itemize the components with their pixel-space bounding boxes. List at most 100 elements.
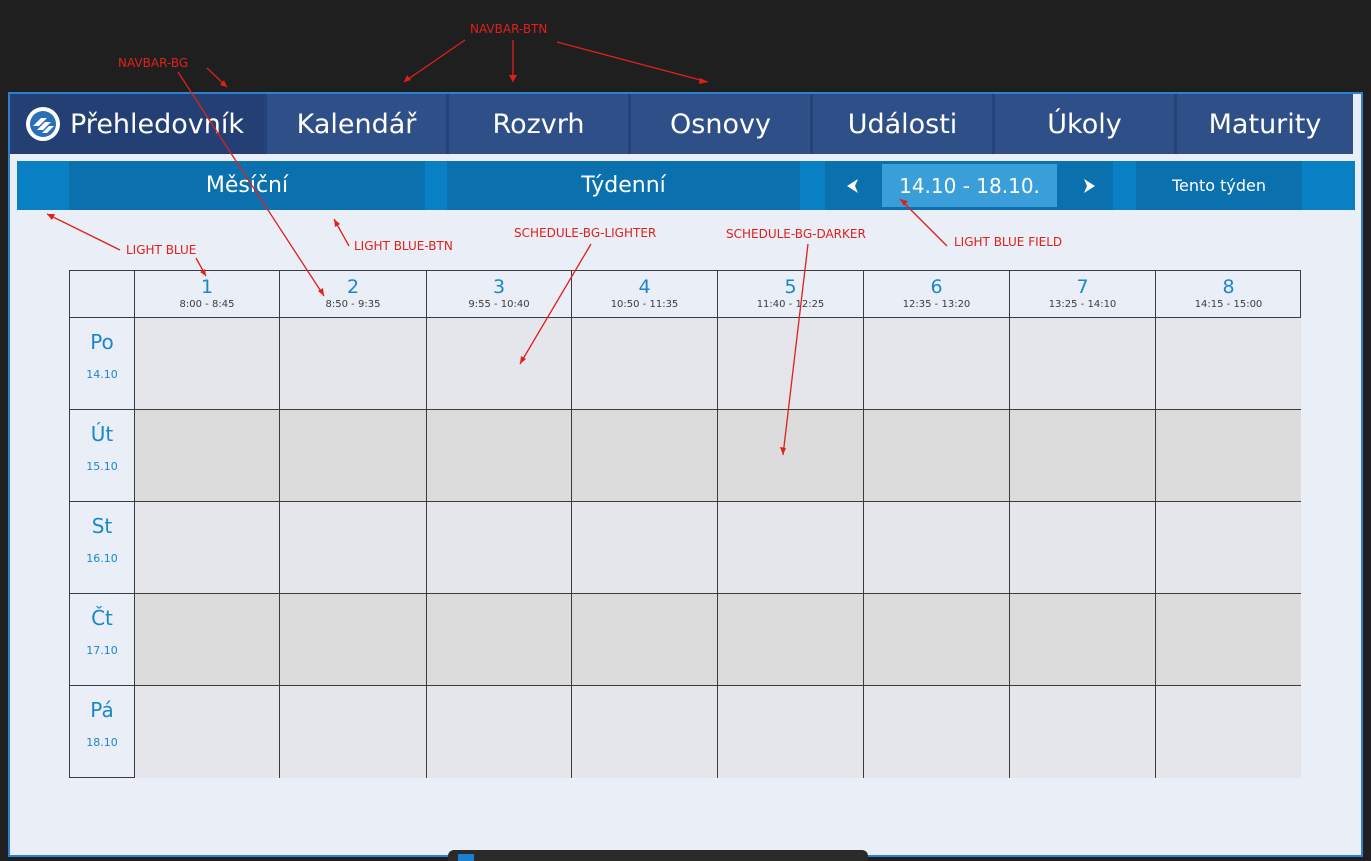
annotation-light-blue-btn: LIGHT BLUE-BTN xyxy=(354,239,453,253)
schedule-slot[interactable] xyxy=(426,686,571,778)
period-number: 2 xyxy=(346,276,360,298)
day-name: St xyxy=(91,514,113,538)
day-name: Po xyxy=(90,330,114,354)
schedule-slot[interactable] xyxy=(863,318,1009,410)
annotation-schedule-bg-lighter: SCHEDULE-BG-LIGHTER xyxy=(514,226,657,240)
schedule-slot[interactable] xyxy=(863,502,1009,594)
period-number: 6 xyxy=(930,276,943,298)
period-time: 8:50 - 9:35 xyxy=(325,299,381,310)
period-time: 10:50 - 11:35 xyxy=(610,299,679,310)
schedule-slot[interactable] xyxy=(1155,502,1301,594)
schedule-slot[interactable] xyxy=(1155,410,1301,502)
schedule-slot[interactable] xyxy=(1155,318,1301,410)
schedule-slot[interactable] xyxy=(134,410,279,502)
schedule-slot[interactable] xyxy=(717,410,863,502)
period-header: 7 13:25 - 14:10 xyxy=(1009,271,1155,318)
period-header: 5 11:40 - 12:25 xyxy=(717,271,863,318)
period-number: 3 xyxy=(492,276,506,298)
schedule-slot[interactable] xyxy=(863,594,1009,686)
schedule-slot[interactable] xyxy=(1009,318,1155,410)
schedule-slot[interactable] xyxy=(1009,686,1155,778)
schedule-slot[interactable] xyxy=(426,502,571,594)
period-header: 1 8:00 - 8:45 xyxy=(134,271,279,318)
schedule-slot[interactable] xyxy=(279,502,426,594)
schedule-slot[interactable] xyxy=(134,318,279,410)
period-time: 14:15 - 15:00 xyxy=(1194,299,1263,310)
period-time: 8:00 - 8:45 xyxy=(179,299,235,310)
navbar: Přehledovník Kalendář Rozvrh Osnovy Udál… xyxy=(10,94,1353,154)
brand[interactable]: Přehledovník xyxy=(10,94,264,154)
corner-cell xyxy=(70,271,134,318)
this-week-button[interactable]: Tento týden xyxy=(1136,161,1302,210)
nav-osnovy[interactable]: Osnovy xyxy=(628,94,810,154)
period-number: 4 xyxy=(638,276,651,298)
annotation-schedule-bg-darker: SCHEDULE-BG-DARKER xyxy=(726,227,866,241)
nav-rozvrh[interactable]: Rozvrh xyxy=(446,94,628,154)
schedule-slot[interactable] xyxy=(717,594,863,686)
schedule-slot[interactable] xyxy=(571,318,717,410)
logo-icon xyxy=(26,107,60,141)
period-number: 5 xyxy=(784,276,797,298)
schedule-slot[interactable] xyxy=(717,318,863,410)
annotation-navbar-bg: NAVBAR-BG xyxy=(118,56,189,70)
period-header: 3 9:55 - 10:40 xyxy=(426,271,571,318)
period-header: 8 14:15 - 15:00 xyxy=(1155,271,1301,318)
period-time: 13:25 - 14:10 xyxy=(1048,299,1117,310)
period-number: 1 xyxy=(200,276,214,298)
day-date: 17.10 xyxy=(86,644,118,657)
annotation-light-blue-field: LIGHT BLUE FIELD xyxy=(954,235,1063,249)
schedule-slot[interactable] xyxy=(279,686,426,778)
next-week-icon[interactable] xyxy=(1074,171,1104,201)
nav-ukoly[interactable]: Úkoly xyxy=(992,94,1174,154)
schedule-slot[interactable] xyxy=(279,594,426,686)
day-name: Út xyxy=(90,422,114,446)
schedule-slot[interactable] xyxy=(134,502,279,594)
period-time: 12:35 - 13:20 xyxy=(902,299,971,310)
schedule-slot[interactable] xyxy=(571,594,717,686)
nav-kalendar[interactable]: Kalendář xyxy=(264,94,446,154)
weekly-view-button[interactable]: Týdenní xyxy=(447,161,800,210)
schedule-slot[interactable] xyxy=(1009,502,1155,594)
schedule-slot[interactable] xyxy=(1155,594,1301,686)
schedule-slot[interactable] xyxy=(426,318,571,410)
schedule-slot[interactable] xyxy=(571,410,717,502)
day-label: Pá 18.10 xyxy=(70,686,134,778)
week-range-field[interactable]: 14.10 - 18.10. xyxy=(882,164,1057,207)
taskbar-app-icon xyxy=(458,854,474,861)
schedule-slot[interactable] xyxy=(426,594,571,686)
day-name: Čt xyxy=(91,606,113,630)
period-time: 9:55 - 10:40 xyxy=(468,299,530,310)
schedule-slot[interactable] xyxy=(863,410,1009,502)
schedule-slot[interactable] xyxy=(717,686,863,778)
schedule-slot[interactable] xyxy=(279,410,426,502)
schedule-slot[interactable] xyxy=(134,594,279,686)
schedule-slot[interactable] xyxy=(717,502,863,594)
schedule-slot[interactable] xyxy=(1155,686,1301,778)
period-header: 2 8:50 - 9:35 xyxy=(279,271,426,318)
prev-week-icon[interactable] xyxy=(838,171,868,201)
schedule-slot[interactable] xyxy=(1009,410,1155,502)
annotation-light-blue: LIGHT BLUE xyxy=(126,243,197,257)
schedule-slot[interactable] xyxy=(571,502,717,594)
schedule-slot[interactable] xyxy=(863,686,1009,778)
monthly-view-button[interactable]: Měsíční xyxy=(69,161,425,210)
brand-title: Přehledovník xyxy=(70,108,245,140)
schedule-slot[interactable] xyxy=(426,410,571,502)
nav-maturity[interactable]: Maturity xyxy=(1174,94,1353,154)
day-date: 14.10 xyxy=(86,368,118,381)
day-label: St 16.10 xyxy=(70,502,134,594)
period-header: 6 12:35 - 13:20 xyxy=(863,271,1009,318)
annotation-navbar-btn: NAVBAR-BTN xyxy=(470,22,548,36)
period-number: 7 xyxy=(1076,276,1089,298)
period-number: 8 xyxy=(1222,276,1235,298)
schedule-slot[interactable] xyxy=(1009,594,1155,686)
day-date: 18.10 xyxy=(86,736,118,749)
schedule-slot[interactable] xyxy=(134,686,279,778)
nav-udalosti[interactable]: Události xyxy=(810,94,992,154)
schedule-slot[interactable] xyxy=(571,686,717,778)
day-date: 16.10 xyxy=(86,552,118,565)
period-header: 4 10:50 - 11:35 xyxy=(571,271,717,318)
schedule-slot[interactable] xyxy=(279,318,426,410)
period-time: 11:40 - 12:25 xyxy=(756,299,825,310)
view-switcher-bar: Měsíční Týdenní Tento týden xyxy=(17,161,1355,210)
